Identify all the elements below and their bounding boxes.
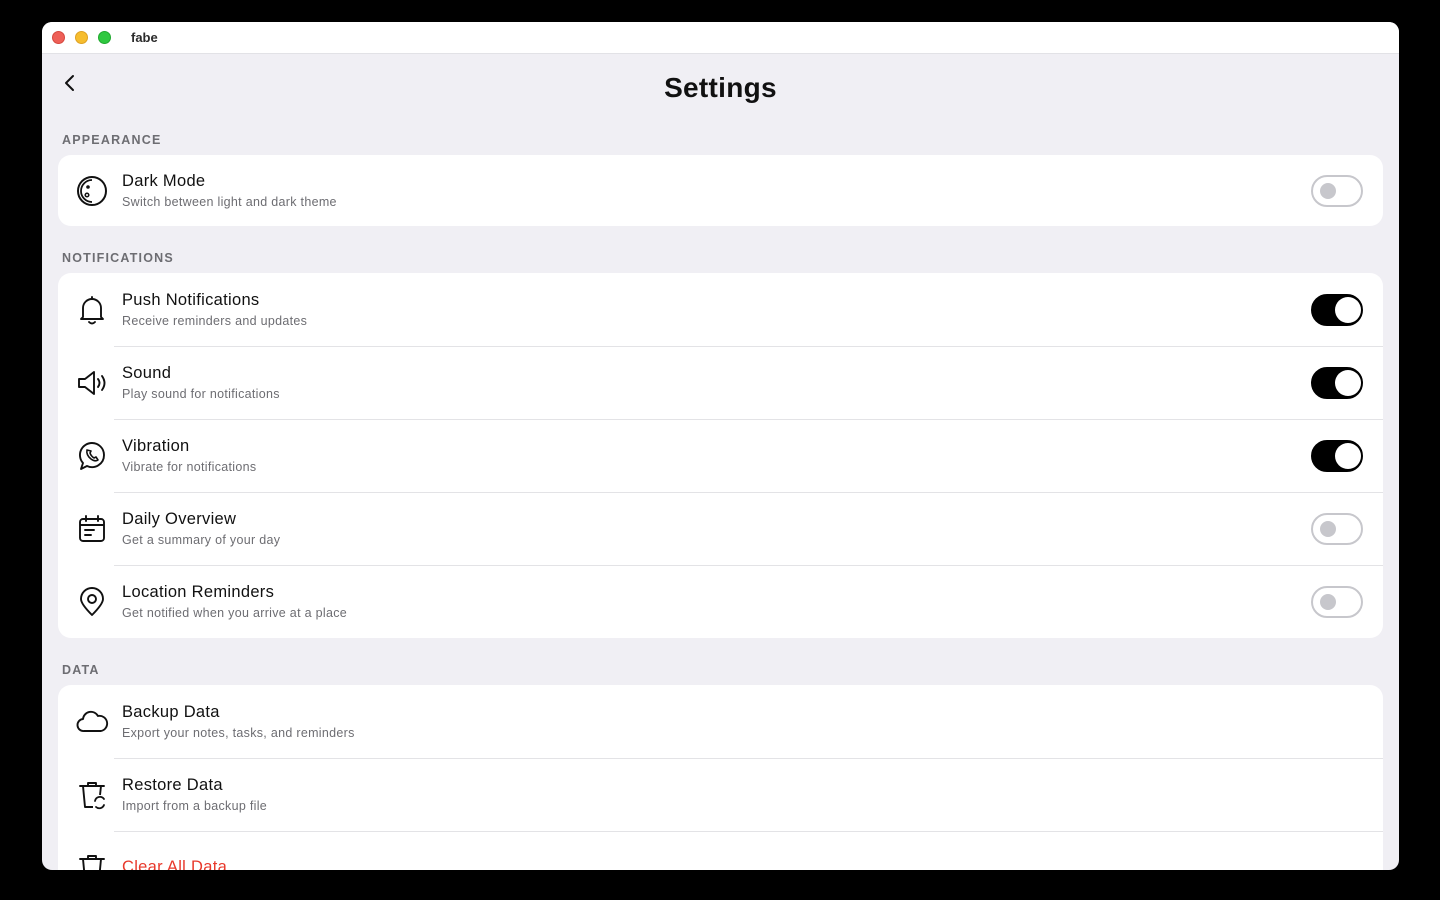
notifications-card: Push Notifications Receive reminders and…: [58, 273, 1383, 638]
setting-row-push-notifications[interactable]: Push Notifications Receive reminders and…: [58, 273, 1383, 346]
setting-title: Restore Data: [122, 776, 223, 794]
restore-icon: [75, 778, 109, 812]
toggle-knob: [1320, 520, 1336, 537]
setting-title: Sound: [122, 364, 172, 382]
bell-icon: [75, 293, 109, 327]
toggle-knob: [1320, 182, 1336, 199]
window-controls: [52, 31, 111, 44]
setting-subtitle: Export your notes, tasks, and reminders: [122, 726, 355, 740]
setting-title: Backup Data: [122, 703, 220, 721]
page-header: Settings: [42, 54, 1399, 122]
chevron-left-icon: [65, 75, 74, 91]
toggle-knob: [1335, 442, 1361, 469]
setting-row-sound[interactable]: Sound Play sound for notifications: [58, 346, 1383, 419]
title-bar: fabe: [42, 22, 1399, 54]
toggle-knob: [1320, 593, 1336, 610]
minimize-window-button[interactable]: [75, 31, 88, 44]
setting-subtitle: Get notified when you arrive at a place: [122, 606, 348, 620]
setting-row-backup-data[interactable]: Backup Data Export your notes, tasks, an…: [58, 685, 1383, 758]
setting-subtitle: Play sound for notifications: [122, 387, 280, 401]
push-notifications-toggle[interactable]: [1311, 293, 1363, 326]
setting-subtitle: Import from a backup file: [122, 799, 268, 813]
vibration-icon: [75, 439, 109, 473]
maximize-window-button[interactable]: [98, 31, 111, 44]
setting-row-restore-data[interactable]: Restore Data Import from a backup file: [58, 758, 1383, 831]
setting-row-daily-overview[interactable]: Daily Overview Get a summary of your day: [58, 492, 1383, 565]
trash-icon: [75, 851, 109, 870]
data-card: Backup Data Export your notes, tasks, an…: [58, 685, 1383, 870]
moon-icon: [75, 174, 109, 208]
section-label-notifications: NOTIFICATIONS: [62, 251, 174, 265]
setting-row-location-reminders[interactable]: Location Reminders Get notified when you…: [58, 565, 1383, 638]
setting-title: Location Reminders: [122, 583, 275, 601]
sound-toggle[interactable]: [1311, 366, 1363, 399]
toggle-knob: [1335, 296, 1361, 323]
cloud-icon: [75, 705, 109, 739]
setting-title: Dark Mode: [122, 172, 206, 190]
setting-title: Clear All Data: [122, 858, 228, 870]
setting-title: Push Notifications: [122, 291, 260, 309]
section-label-appearance: APPEARANCE: [62, 133, 162, 147]
setting-row-dark-mode[interactable]: Dark Mode Switch between light and dark …: [58, 155, 1383, 226]
calendar-icon: [75, 512, 109, 546]
location-reminders-toggle[interactable]: [1311, 585, 1363, 618]
setting-title: Daily Overview: [122, 510, 237, 528]
setting-row-clear-all-data[interactable]: Clear All Data: [58, 831, 1383, 870]
location-pin-icon: [75, 585, 109, 619]
dark-mode-toggle[interactable]: [1311, 174, 1363, 207]
app-title: fabe: [131, 30, 158, 45]
close-window-button[interactable]: [52, 31, 65, 44]
appearance-card: Dark Mode Switch between light and dark …: [58, 155, 1383, 226]
setting-subtitle: Get a summary of your day: [122, 533, 281, 547]
speaker-icon: [75, 366, 109, 400]
vibration-toggle[interactable]: [1311, 439, 1363, 472]
page-title: Settings: [664, 72, 777, 103]
daily-overview-toggle[interactable]: [1311, 512, 1363, 545]
setting-subtitle: Receive reminders and updates: [122, 314, 308, 328]
app-window: fabe Settings APPEARANCE Dark Mode Switc…: [42, 22, 1399, 870]
setting-subtitle: Vibrate for notifications: [122, 460, 257, 474]
section-label-data: DATA: [62, 663, 100, 677]
toggle-knob: [1335, 369, 1361, 396]
back-button[interactable]: [62, 72, 78, 94]
setting-row-vibration[interactable]: Vibration Vibrate for notifications: [58, 419, 1383, 492]
setting-title: Vibration: [122, 437, 190, 455]
setting-subtitle: Switch between light and dark theme: [122, 195, 337, 209]
